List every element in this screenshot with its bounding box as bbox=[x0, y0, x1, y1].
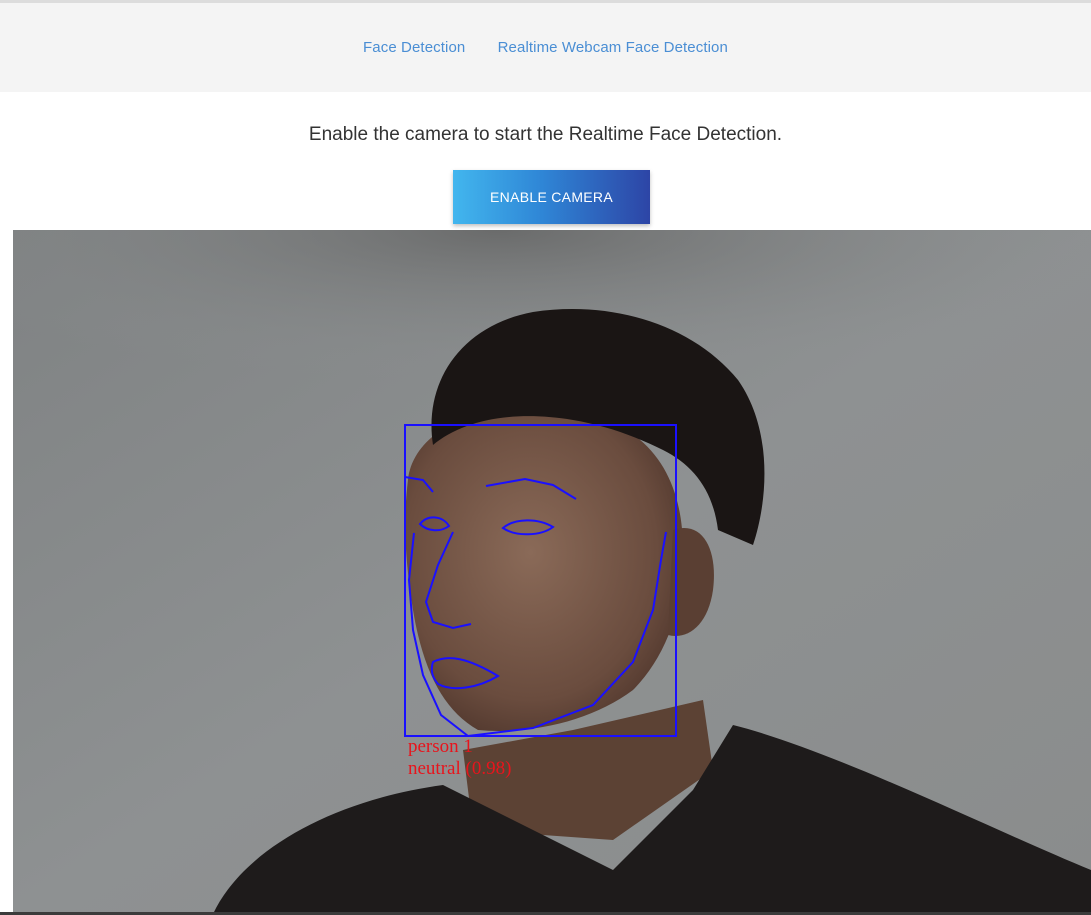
enable-camera-button[interactable]: ENABLE CAMERA bbox=[453, 170, 650, 224]
person-label: person 1 bbox=[408, 736, 473, 757]
nav-link-face-detection[interactable]: Face Detection bbox=[363, 39, 465, 56]
top-navigation-bar: Face Detection Realtime Webcam Face Dete… bbox=[0, 0, 1091, 92]
expression-label: neutral (0.98) bbox=[408, 758, 511, 779]
webcam-frame: person 1 neutral (0.98) bbox=[13, 230, 1091, 914]
instruction-text: Enable the camera to start the Realtime … bbox=[308, 124, 783, 145]
nav-links: Face Detection Realtime Webcam Face Dete… bbox=[0, 39, 1091, 56]
webcam-video: person 1 neutral (0.98) bbox=[13, 230, 1091, 914]
nav-link-realtime-webcam[interactable]: Realtime Webcam Face Detection bbox=[498, 39, 728, 56]
